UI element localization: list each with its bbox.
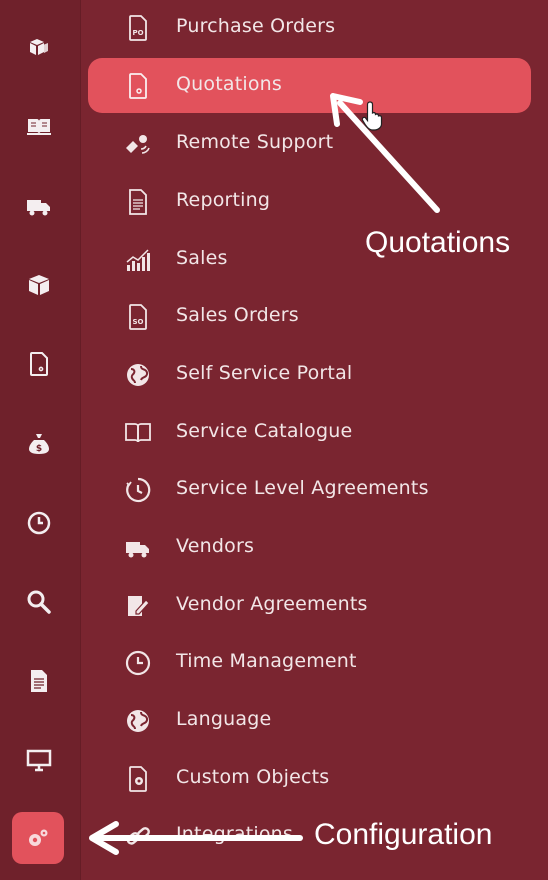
menu-item-sales-orders[interactable]: SO Sales Orders (88, 289, 531, 344)
hand-cursor-icon (362, 101, 383, 131)
truck-icon (122, 532, 154, 564)
menu-item-label: Service Level Agreements (176, 477, 429, 499)
clock-icon (122, 647, 154, 679)
menu-item-label: Sales Orders (176, 304, 299, 326)
quote-document-icon[interactable] (19, 344, 59, 384)
menu-item-quotations[interactable]: Quotations (88, 58, 531, 113)
menu-item-purchase-orders[interactable]: PO Purchase Orders (88, 0, 531, 55)
menu-item-service-catalogue[interactable]: Service Catalogue (88, 405, 531, 460)
module-menu: PO Purchase Orders Quotations Remote Sup… (88, 0, 548, 880)
quote-document-icon (122, 70, 154, 102)
menu-item-reporting[interactable]: Reporting (88, 174, 531, 229)
menu-item-label: Remote Support (176, 131, 334, 153)
menu-item-label: Self Service Portal (176, 362, 353, 384)
report-icon (122, 186, 154, 218)
menu-item-service-level-agreements[interactable]: Service Level Agreements (88, 462, 531, 517)
report-icon[interactable] (19, 661, 59, 701)
monitor-icon[interactable] (19, 740, 59, 780)
clock-icon[interactable] (19, 503, 59, 543)
menu-item-custom-objects[interactable]: Custom Objects (88, 751, 531, 806)
truck-icon[interactable] (19, 186, 59, 226)
package-icon[interactable] (19, 265, 59, 305)
menu-item-vendors[interactable]: Vendors (88, 520, 531, 575)
menu-item-label: Time Management (176, 650, 357, 672)
so-document-icon: SO (122, 301, 154, 333)
globe-icon (122, 359, 154, 391)
svg-text:$: $ (36, 444, 42, 454)
menu-item-time-management[interactable]: Time Management (88, 635, 531, 690)
menu-item-self-service-portal[interactable]: Self Service Portal (88, 347, 531, 402)
menu-item-remote-support[interactable]: Remote Support (88, 116, 531, 171)
timer-icon (122, 474, 154, 506)
annotation-configuration: Configuration (314, 818, 493, 851)
menu-item-vendor-agreements[interactable]: Vendor Agreements (88, 578, 531, 633)
menu-item-label: Sales (176, 247, 228, 269)
remote-support-icon (122, 128, 154, 160)
menu-item-label: Integrations (176, 823, 293, 845)
menu-item-language[interactable]: Language (88, 693, 531, 748)
sales-chart-icon (122, 244, 154, 276)
book-icon[interactable] (19, 107, 59, 147)
menu-item-label: Service Catalogue (176, 420, 353, 442)
money-bag-icon[interactable]: $ (19, 424, 59, 464)
gear-icon[interactable] (12, 812, 64, 864)
globe-icon (122, 705, 154, 737)
menu-item-label: Quotations (176, 73, 283, 95)
menu-item-label: Reporting (176, 189, 271, 211)
edit-document-icon (122, 590, 154, 622)
menu-item-label: Vendors (176, 535, 255, 557)
po-document-icon: PO (122, 12, 154, 44)
boxes-icon[interactable] (19, 28, 59, 68)
search-icon[interactable] (19, 582, 59, 622)
icon-rail: $ (0, 0, 81, 880)
menu-item-label: Language (176, 708, 272, 730)
menu-item-label: Vendor Agreements (176, 593, 368, 615)
svg-text:PO: PO (132, 29, 143, 37)
link-icon (122, 820, 154, 852)
custom-object-icon (122, 763, 154, 795)
menu-item-label: Purchase Orders (176, 15, 336, 37)
book-icon (122, 417, 154, 449)
menu-item-label: Custom Objects (176, 766, 330, 788)
svg-text:SO: SO (133, 318, 144, 326)
annotation-quotations: Quotations (365, 226, 511, 259)
